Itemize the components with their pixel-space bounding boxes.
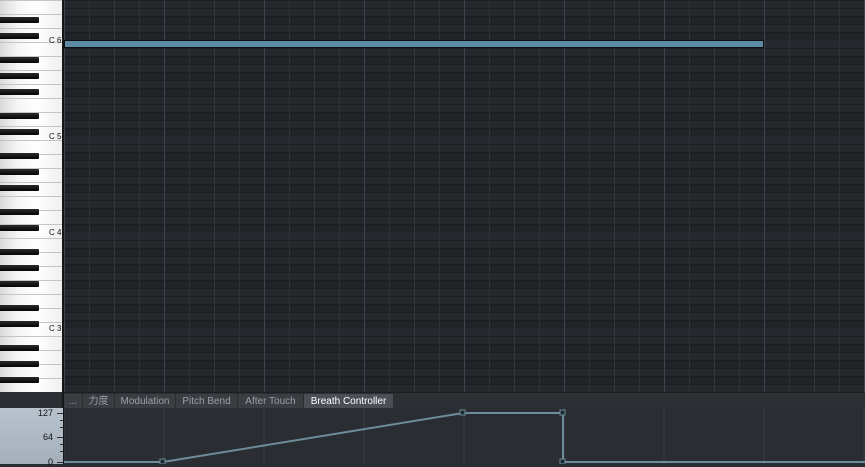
black-key[interactable]	[0, 113, 39, 119]
grid-column-line	[264, 0, 265, 392]
axis-tick	[60, 451, 63, 452]
white-key-separator	[0, 0, 63, 1]
white-key-separator	[0, 84, 63, 85]
controller-lane[interactable]	[64, 408, 865, 464]
grid-column-line	[189, 0, 190, 392]
grid-column-line	[689, 0, 690, 392]
grid-column-line	[364, 0, 365, 392]
white-key-separator	[0, 70, 63, 71]
white-key-separator	[0, 14, 63, 15]
automation-point[interactable]	[159, 458, 166, 464]
white-key-separator	[0, 98, 63, 99]
white-key-separator	[0, 294, 63, 295]
white-key-separator	[0, 28, 63, 29]
grid-column-line	[239, 0, 240, 392]
tab-velocity[interactable]: 力度	[83, 394, 115, 409]
grid-column-line	[289, 0, 290, 392]
black-key[interactable]	[0, 361, 39, 367]
octave-label-c4: C 4	[49, 228, 62, 237]
tab-modulation[interactable]: Modulation	[115, 394, 176, 409]
grid-column-line	[464, 0, 465, 392]
black-key[interactable]	[0, 249, 39, 255]
axis-label-mid: 64	[42, 432, 53, 442]
black-key[interactable]	[0, 33, 39, 39]
grid-column-line	[489, 0, 490, 392]
grid-column-line	[789, 0, 790, 392]
grid-column-line	[439, 0, 440, 392]
tab-after-touch[interactable]: After Touch	[238, 394, 304, 409]
axis-tick	[57, 437, 63, 438]
grid-column-line	[114, 0, 115, 392]
black-key[interactable]	[0, 345, 39, 351]
black-key[interactable]	[0, 225, 39, 231]
tab-pitch-bend[interactable]: Pitch Bend	[176, 394, 238, 409]
grid-column-line	[339, 0, 340, 392]
grid-column-line	[389, 0, 390, 392]
black-key[interactable]	[0, 321, 39, 327]
black-key[interactable]	[0, 129, 39, 135]
black-key[interactable]	[0, 57, 39, 63]
grid-column-line	[764, 0, 765, 392]
axis-label-max: 127	[37, 408, 53, 418]
black-key[interactable]	[0, 153, 39, 159]
grid-column-line	[314, 0, 315, 392]
white-key-separator	[0, 336, 63, 337]
grid-column-line	[164, 0, 165, 392]
note-grid[interactable]	[64, 0, 865, 392]
axis-tick	[60, 420, 63, 421]
grid-column-line	[814, 0, 815, 392]
white-key-separator	[0, 182, 63, 183]
axis-tick	[57, 462, 63, 463]
axis-label-min: 0	[47, 457, 53, 467]
grid-column-line	[664, 0, 665, 392]
controller-curve[interactable]	[64, 408, 865, 464]
black-key[interactable]	[0, 305, 39, 311]
grid-column-line	[564, 0, 565, 392]
grid-column-line	[839, 0, 840, 392]
black-key[interactable]	[0, 17, 39, 23]
grid-column-line	[514, 0, 515, 392]
grid-column-line	[414, 0, 415, 392]
white-key-separator	[0, 196, 63, 197]
axis-tick	[57, 413, 63, 414]
octave-label-c5: C 5	[49, 132, 62, 141]
automation-point[interactable]	[559, 458, 566, 464]
grid-column-line	[139, 0, 140, 392]
black-key[interactable]	[0, 185, 39, 191]
black-key[interactable]	[0, 265, 39, 271]
automation-point[interactable]	[459, 409, 466, 416]
black-key[interactable]	[0, 209, 39, 215]
tab-breath-controller[interactable]: Breath Controller	[304, 394, 394, 409]
controller-tab-bar: ... 力度 Modulation Pitch Bend After Touch…	[64, 392, 865, 409]
grid-column-line	[539, 0, 540, 392]
grid-column-line	[214, 0, 215, 392]
octave-label-c3: C 3	[49, 324, 62, 333]
automation-point[interactable]	[559, 409, 566, 416]
black-key[interactable]	[0, 169, 39, 175]
black-key[interactable]	[0, 73, 39, 79]
octave-label-c6: C 6	[49, 36, 62, 45]
grid-column-line	[714, 0, 715, 392]
black-key[interactable]	[0, 281, 39, 287]
grid-column-line	[589, 0, 590, 392]
axis-tick	[60, 444, 63, 445]
tab-more[interactable]: ...	[64, 394, 83, 409]
grid-column-line	[614, 0, 615, 392]
black-key[interactable]	[0, 377, 39, 383]
grid-column-line	[64, 0, 65, 392]
white-key-separator	[0, 126, 63, 127]
midi-note[interactable]	[64, 40, 764, 48]
axis-tick	[60, 427, 63, 428]
controller-value-axis: 127 64 0	[0, 408, 63, 467]
grid-column-line	[639, 0, 640, 392]
white-key-separator	[0, 238, 63, 239]
grid-column-line	[739, 0, 740, 392]
black-key[interactable]	[0, 89, 39, 95]
grid-column-line	[89, 0, 90, 392]
piano-keyboard[interactable]: C 6 C 5 C 4 C 3	[0, 0, 63, 392]
